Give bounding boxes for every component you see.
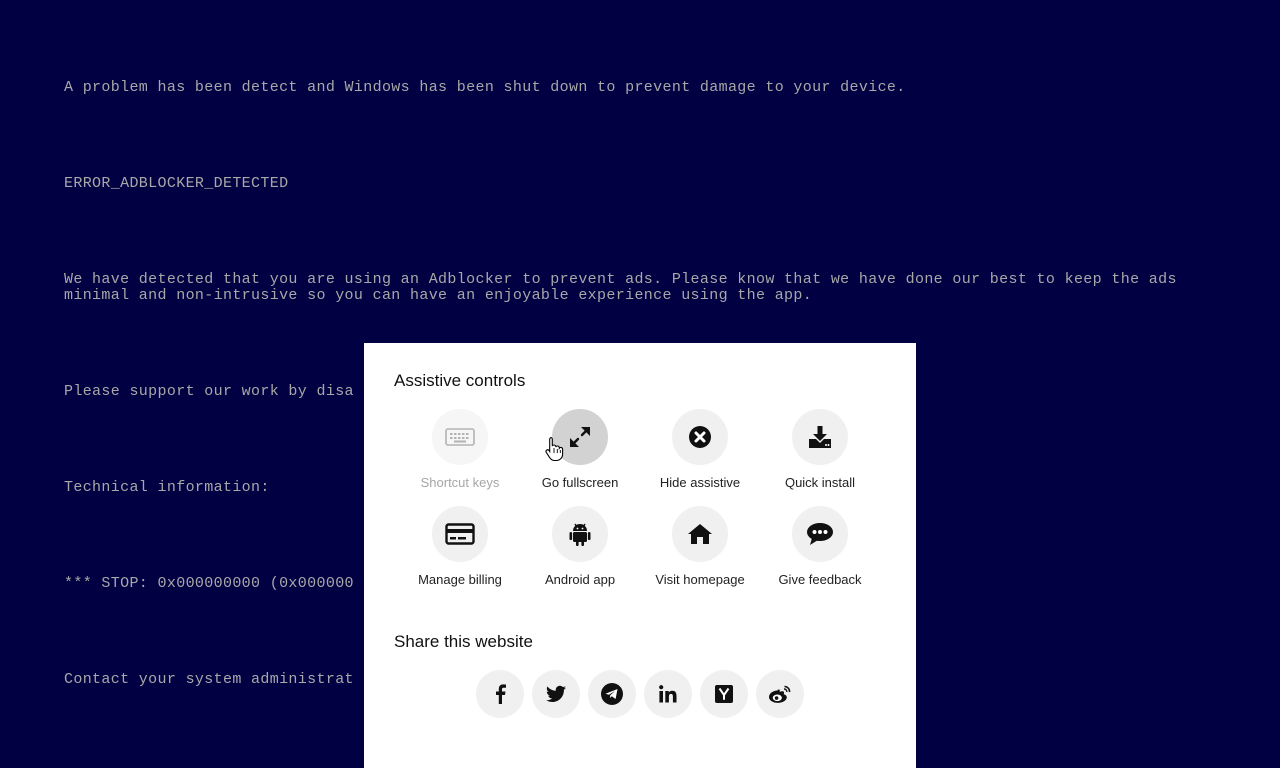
android-app-button[interactable]: Android app	[520, 506, 640, 587]
bsod-line-stop: *** STOP: 0x000000000 (0x000000	[64, 575, 354, 592]
shortcut-keys-button[interactable]: Shortcut keys	[400, 409, 520, 490]
tile-label: Visit homepage	[655, 572, 745, 587]
keyboard-icon	[445, 428, 475, 446]
quick-install-button[interactable]: Quick install	[760, 409, 880, 490]
share-weibo-button[interactable]	[756, 670, 804, 718]
hacker-news-icon	[715, 685, 733, 703]
android-icon	[569, 523, 591, 546]
bsod-line-error-code: ERROR_ADBLOCKER_DETECTED	[64, 175, 289, 192]
share-telegram-button[interactable]	[588, 670, 636, 718]
close-circle-icon	[689, 426, 711, 448]
chat-bubble-icon	[807, 523, 833, 545]
tile-label: Manage billing	[418, 572, 502, 587]
share-hacker-news-button[interactable]	[700, 670, 748, 718]
bsod-line-problem: A problem has been detect and Windows ha…	[64, 79, 906, 96]
hide-assistive-button[interactable]: Hide assistive	[640, 409, 760, 490]
tile-label: Give feedback	[778, 572, 862, 587]
bsod-line-contact: Contact your system administrat	[64, 671, 354, 688]
share-facebook-button[interactable]	[476, 670, 524, 718]
tile-label: Go fullscreen	[541, 475, 619, 490]
download-icon	[809, 426, 831, 448]
expand-icon	[570, 427, 590, 447]
home-icon	[688, 524, 712, 544]
bsod-line-technical: Technical information:	[64, 479, 270, 496]
telegram-icon	[601, 683, 623, 705]
give-feedback-button[interactable]: Give feedback	[760, 506, 880, 587]
assistive-title: Assistive controls	[394, 371, 526, 390]
hand-cursor-icon	[545, 436, 564, 462]
weibo-icon	[769, 685, 791, 703]
tile-label: Android app	[544, 572, 616, 587]
bsod-line-adblock-1: We have detected that you are using an A…	[64, 271, 1177, 288]
credit-card-icon	[445, 523, 475, 545]
assistive-panel: Assistive controls Shortcut keys Go full…	[364, 343, 916, 768]
share-linkedin-button[interactable]	[644, 670, 692, 718]
share-twitter-button[interactable]	[532, 670, 580, 718]
bsod-line-support: Please support our work by disa	[64, 383, 354, 400]
twitter-icon	[546, 685, 566, 702]
share-title: Share this website	[394, 632, 533, 651]
tile-label: Shortcut keys	[420, 475, 500, 490]
bsod-line-adblock-2: minimal and non-intrusive so you can hav…	[64, 287, 813, 304]
visit-homepage-button[interactable]: Visit homepage	[640, 506, 760, 587]
manage-billing-button[interactable]: Manage billing	[400, 506, 520, 587]
tile-label: Hide assistive	[659, 475, 741, 490]
tile-label: Quick install	[784, 475, 856, 490]
go-fullscreen-button[interactable]: Go fullscreen	[520, 409, 640, 490]
facebook-icon	[496, 684, 506, 704]
linkedin-icon	[659, 685, 677, 703]
